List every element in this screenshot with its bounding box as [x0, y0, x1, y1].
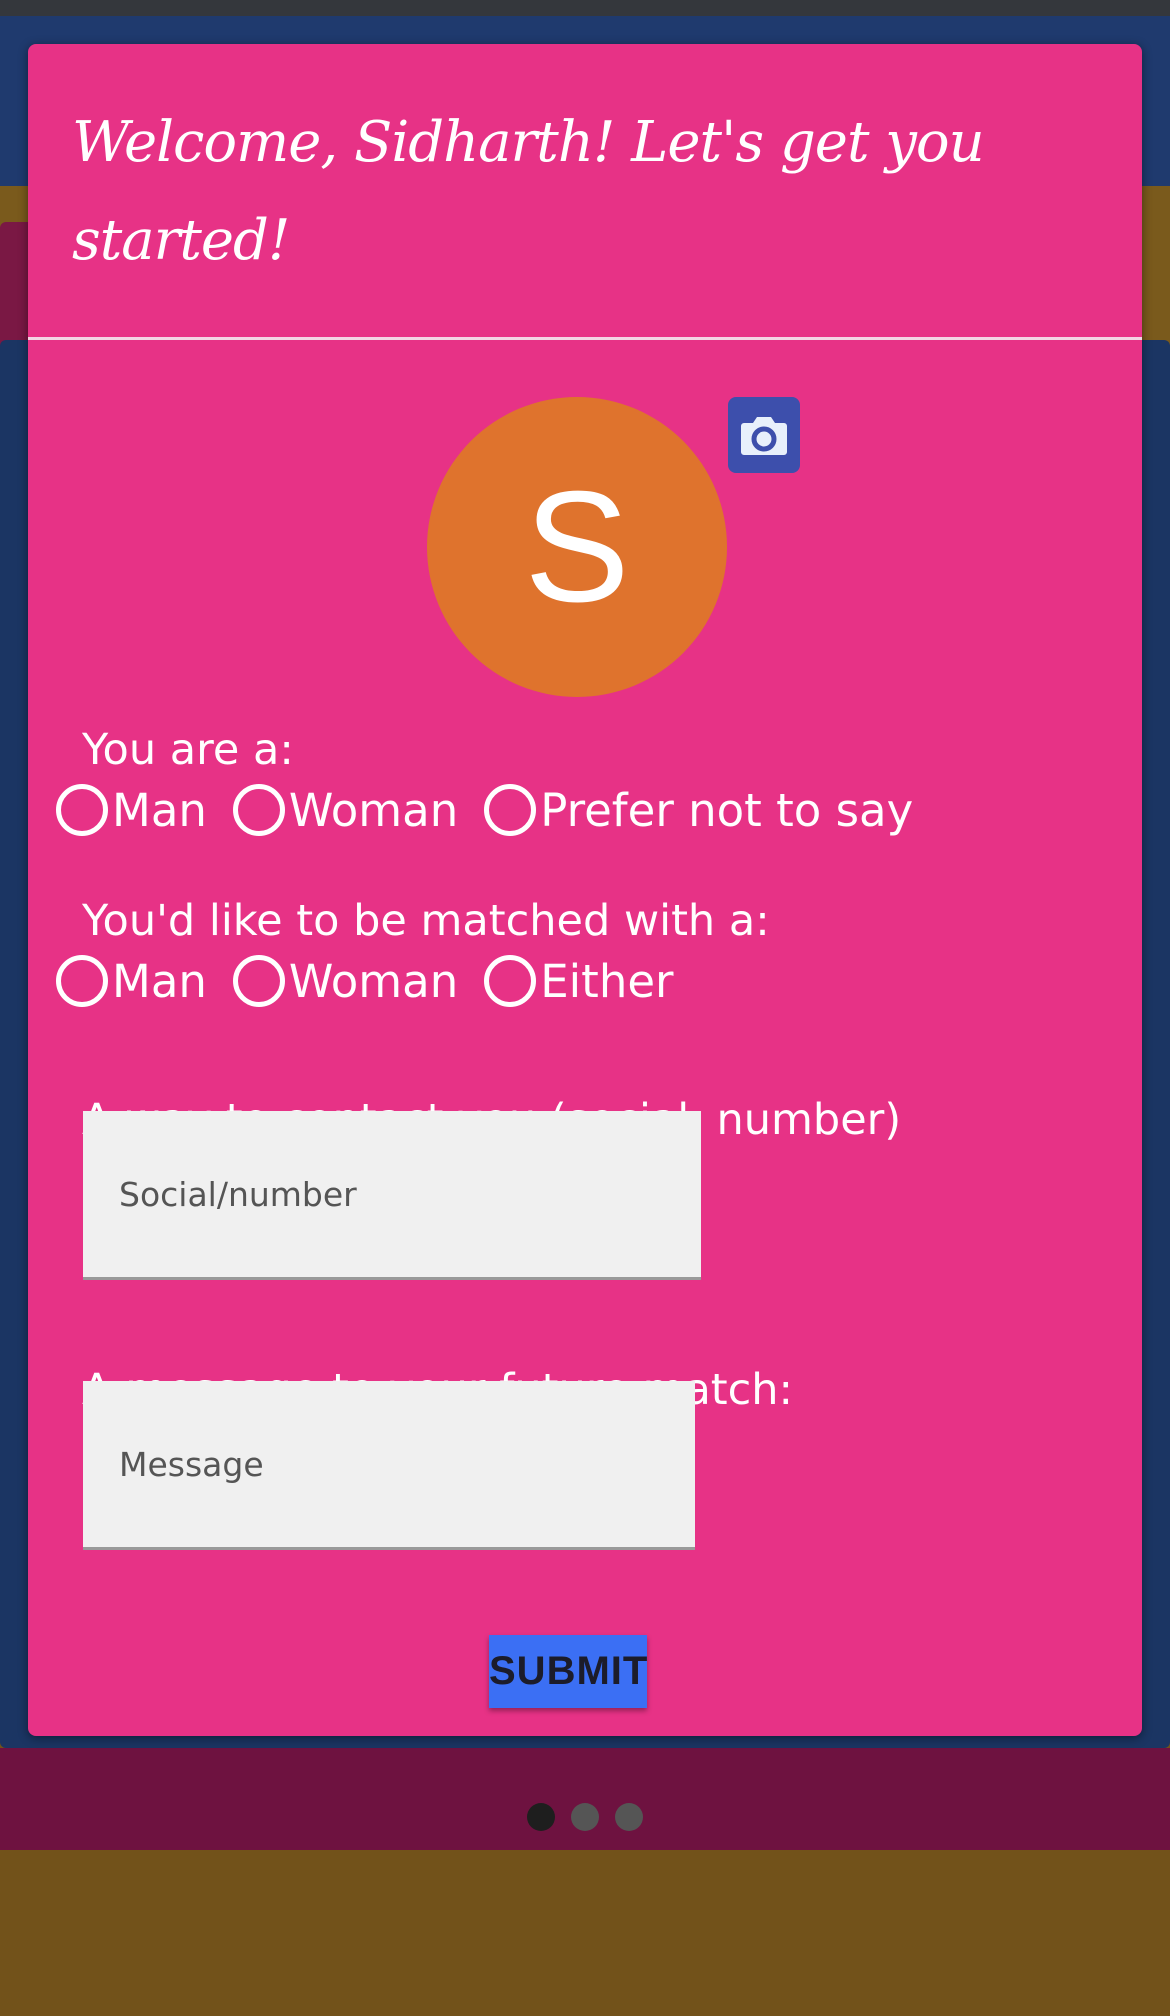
contact-input[interactable]	[83, 1111, 701, 1277]
gender-label: You are a:	[82, 725, 294, 775]
gender-radio-group: Man Woman Prefer not to say	[56, 778, 939, 842]
message-input[interactable]	[83, 1381, 695, 1547]
match-option-woman[interactable]: Woman	[232, 954, 459, 1008]
avatar: S	[427, 397, 727, 697]
radio-circle[interactable]	[56, 955, 108, 1007]
camera-icon	[741, 417, 787, 455]
radio-circle[interactable]	[56, 784, 108, 836]
match-label: You'd like to be matched with a:	[82, 896, 770, 946]
title-divider	[28, 337, 1142, 340]
gender-option-woman[interactable]: Woman	[232, 783, 459, 837]
match-option-either[interactable]: Either	[484, 954, 674, 1008]
gender-option-prefer-not-to-say[interactable]: Prefer not to say	[484, 784, 913, 837]
page-dot-3[interactable]	[615, 1803, 643, 1831]
dialog-title: Welcome, Sidharth! Let's get you started…	[72, 110, 985, 273]
radio-circle[interactable]	[484, 784, 537, 836]
gender-option-man[interactable]: Man	[56, 784, 207, 837]
radio-circle[interactable]	[232, 784, 285, 836]
radio-label: Man	[112, 783, 207, 837]
page-indicator	[0, 1803, 1170, 1831]
message-field	[83, 1381, 695, 1550]
page-dot-2[interactable]	[571, 1803, 599, 1831]
status-bar	[0, 0, 1170, 16]
match-radio-group: Man Woman Either	[56, 949, 700, 1013]
radio-label: Prefer not to say	[540, 783, 914, 837]
pager-bar	[0, 1748, 1170, 1850]
radio-circle[interactable]	[232, 955, 285, 1007]
submit-button[interactable]: SUBMIT	[489, 1635, 647, 1708]
contact-field	[83, 1111, 701, 1280]
radio-label: Woman	[288, 954, 459, 1008]
radio-label: Either	[540, 954, 674, 1008]
change-photo-button[interactable]	[728, 397, 800, 473]
radio-label: Woman	[288, 783, 459, 837]
radio-label: Man	[112, 954, 207, 1008]
onboarding-dialog: Welcome, Sidharth! Let's get you started…	[28, 44, 1142, 1736]
page-dot-1[interactable]	[527, 1803, 555, 1831]
match-option-man[interactable]: Man	[56, 955, 207, 1008]
radio-circle[interactable]	[484, 955, 537, 1007]
